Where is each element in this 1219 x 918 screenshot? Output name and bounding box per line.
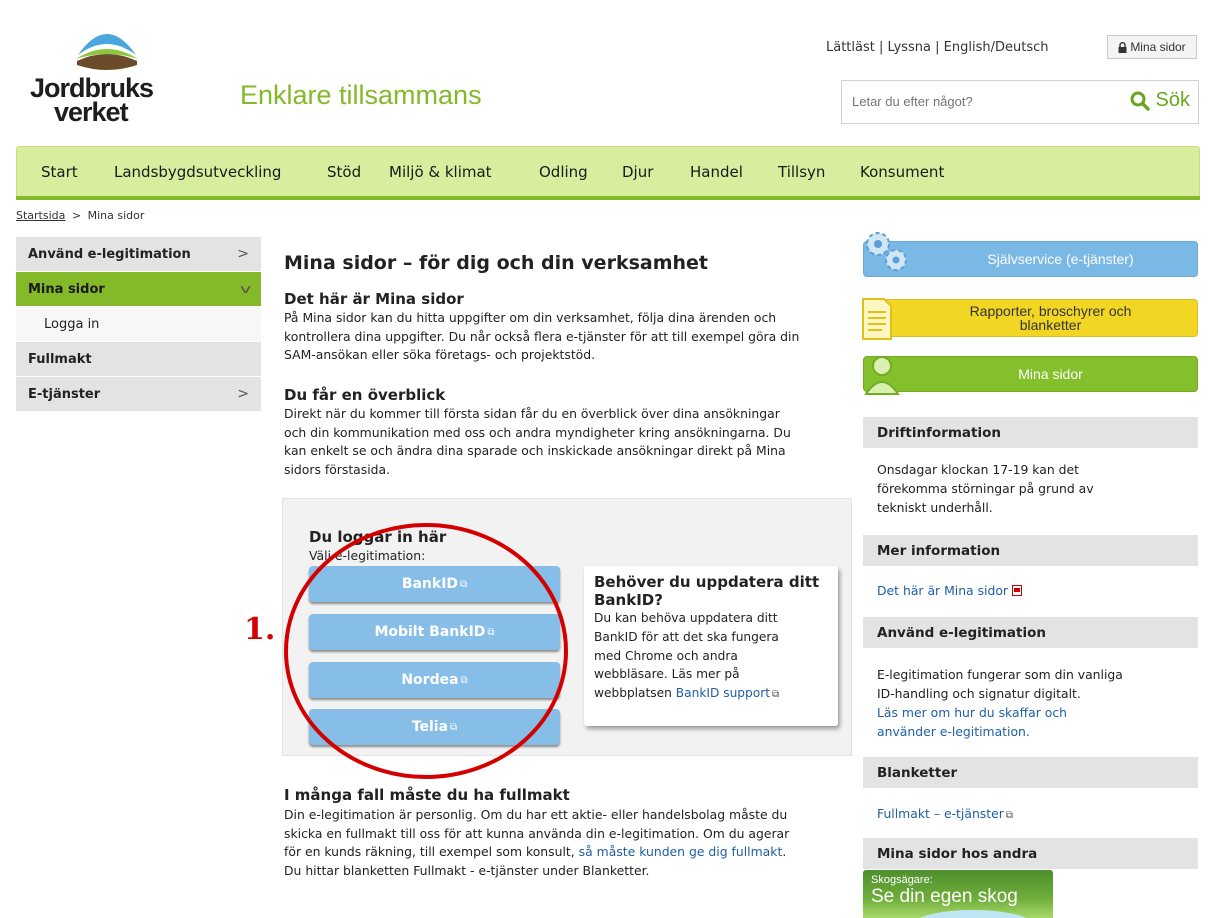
- logo-text-line2: verket: [54, 97, 129, 127]
- user-icon: [864, 356, 900, 395]
- annotation-circle: [284, 523, 568, 779]
- section-title-overblick: Du får en överblick: [284, 386, 446, 404]
- top-links: Lättläst | Lyssna | English/Deutsch: [826, 40, 1049, 55]
- nav-landsbygdsutveckling[interactable]: Landsbygdsutveckling: [114, 163, 281, 181]
- card-title-line1: Behöver du uppdatera ditt: [594, 573, 820, 591]
- nav-stod[interactable]: Stöd: [327, 163, 361, 181]
- chevron-right-icon: >: [237, 246, 249, 262]
- mina-sidor-side-button[interactable]: Mina sidor: [863, 356, 1198, 392]
- skogsagare-banner[interactable]: Skogsägare: Se din egen skog: [863, 870, 1053, 918]
- mer-information-heading: Mer information: [863, 535, 1198, 566]
- mina-sidor-top-label: Mina sidor: [1130, 40, 1186, 54]
- banner-big-text: Se din egen skog: [871, 886, 1018, 907]
- annotation-number: 1.: [244, 612, 276, 647]
- anvand-e-legitimation-text: E-legitimation fungerar som din vanliga …: [877, 665, 1193, 741]
- blanketter-text: Fullmakt – e-tjänster ⧉: [877, 804, 1193, 825]
- top-link-english[interactable]: English/Deutsch: [944, 40, 1049, 55]
- sidebar-item-mina-sidor[interactable]: Mina sidor v: [16, 272, 261, 307]
- search-button-label: Sök: [1155, 89, 1190, 111]
- bankid-support-link[interactable]: BankID support: [676, 686, 770, 700]
- section-text-overblick: Direkt när du kommer till första sidan f…: [284, 406, 791, 477]
- driftinformation-text: Onsdagar klockan 17-19 kan det förekomma…: [877, 462, 1094, 515]
- top-link-lyssna[interactable]: Lyssna: [888, 40, 932, 55]
- driftinformation-heading: Driftinformation: [863, 417, 1198, 448]
- sidebar-item-e-tjanster[interactable]: E-tjänster >: [16, 377, 261, 412]
- breadcrumb-home[interactable]: Startsida: [16, 209, 65, 222]
- nav-miljo-klimat[interactable]: Miljö & klimat: [389, 163, 492, 181]
- sjalvservice-button[interactable]: Självservice (e-tjänster): [863, 241, 1198, 277]
- mina-sidor-top-button[interactable]: Mina sidor: [1107, 35, 1197, 59]
- banner-small-text: Skogsägare:: [871, 874, 933, 886]
- nav-odling[interactable]: Odling: [539, 163, 588, 181]
- document-icon: [862, 298, 892, 340]
- mer-information-text: Det här är Mina sidor: [877, 581, 1193, 600]
- external-link-icon: ⧉: [1005, 810, 1013, 821]
- page-title: Mina sidor – för dig och din verksamhet: [284, 252, 709, 274]
- mina-sidor-hos-andra-heading: Mina sidor hos andra: [863, 838, 1198, 869]
- anvand-e-legitimation-heading: Använd e-legitimation: [863, 617, 1198, 648]
- section-text-fullmakt: Din e-legitimation är personlig. Om du h…: [284, 807, 790, 878]
- section-title-fullmakt: I många fall måste du ha fullmakt: [284, 786, 570, 804]
- sidebar-item-fullmakt[interactable]: Fullmakt: [16, 342, 261, 377]
- section-title-det-har: Det här är Mina sidor: [284, 290, 464, 308]
- search-icon: [1130, 91, 1150, 111]
- breadcrumb: Startsida > Mina sidor: [16, 209, 145, 222]
- sidebar-item-anvand-e-legitimation[interactable]: Använd e-legitimation >: [16, 237, 261, 272]
- det-har-mina-sidor-link[interactable]: Det här är Mina sidor: [877, 583, 1008, 598]
- nav-tillsyn[interactable]: Tillsyn: [778, 163, 825, 181]
- pdf-icon: [1011, 585, 1022, 596]
- nav-djur[interactable]: Djur: [622, 163, 653, 181]
- fullmakt-link[interactable]: så måste kunden ge dig fullmakt: [579, 844, 783, 859]
- nav-konsument[interactable]: Konsument: [860, 163, 944, 181]
- nav-underline: [16, 196, 1200, 200]
- slogan: Enklare tillsammans: [240, 80, 482, 110]
- gears-icon: [866, 232, 907, 271]
- top-link-lattlast[interactable]: Lättläst: [826, 40, 875, 55]
- site-logo[interactable]: Jordbruks verket: [24, 25, 174, 135]
- las-mer-e-legitimation-link[interactable]: Läs mer om hur du skaffar och använder e…: [877, 703, 1193, 741]
- bankid-info-card: Behöver du uppdatera ditt BankID? Du kan…: [584, 566, 838, 726]
- search-input[interactable]: [852, 94, 1082, 109]
- chevron-right-icon: >: [237, 386, 249, 402]
- nav-start[interactable]: Start: [41, 163, 78, 181]
- breadcrumb-current: Mina sidor: [87, 209, 145, 222]
- search-button[interactable]: Sök: [1130, 89, 1190, 112]
- card-text: Du kan behöva uppdatera ditt BankID för …: [594, 611, 780, 701]
- left-sidebar: Använd e-legitimation > Mina sidor v Log…: [16, 237, 261, 412]
- external-link-icon: ⧉: [772, 689, 780, 701]
- fullmakt-e-tjanster-link[interactable]: Fullmakt – e-tjänster: [877, 806, 1004, 821]
- lock-icon: [1118, 41, 1127, 53]
- logo-landscape-icon: [76, 34, 138, 70]
- nav-handel[interactable]: Handel: [690, 163, 743, 181]
- search-box: Sök: [841, 80, 1199, 124]
- blanketter-heading: Blanketter: [863, 757, 1198, 788]
- section-text-det-har: På Mina sidor kan du hitta uppgifter om …: [284, 310, 800, 362]
- card-title-line2: BankID?: [594, 591, 663, 609]
- banner-decoration: [913, 910, 1033, 918]
- sidebar-item-logga-in[interactable]: Logga in: [16, 307, 261, 342]
- main-nav: Start Landsbygdsutveckling Stöd Miljö & …: [16, 146, 1200, 197]
- rapporter-button[interactable]: Rapporter, broschyrer och blanketter: [863, 299, 1198, 337]
- chevron-down-icon: v: [239, 282, 252, 296]
